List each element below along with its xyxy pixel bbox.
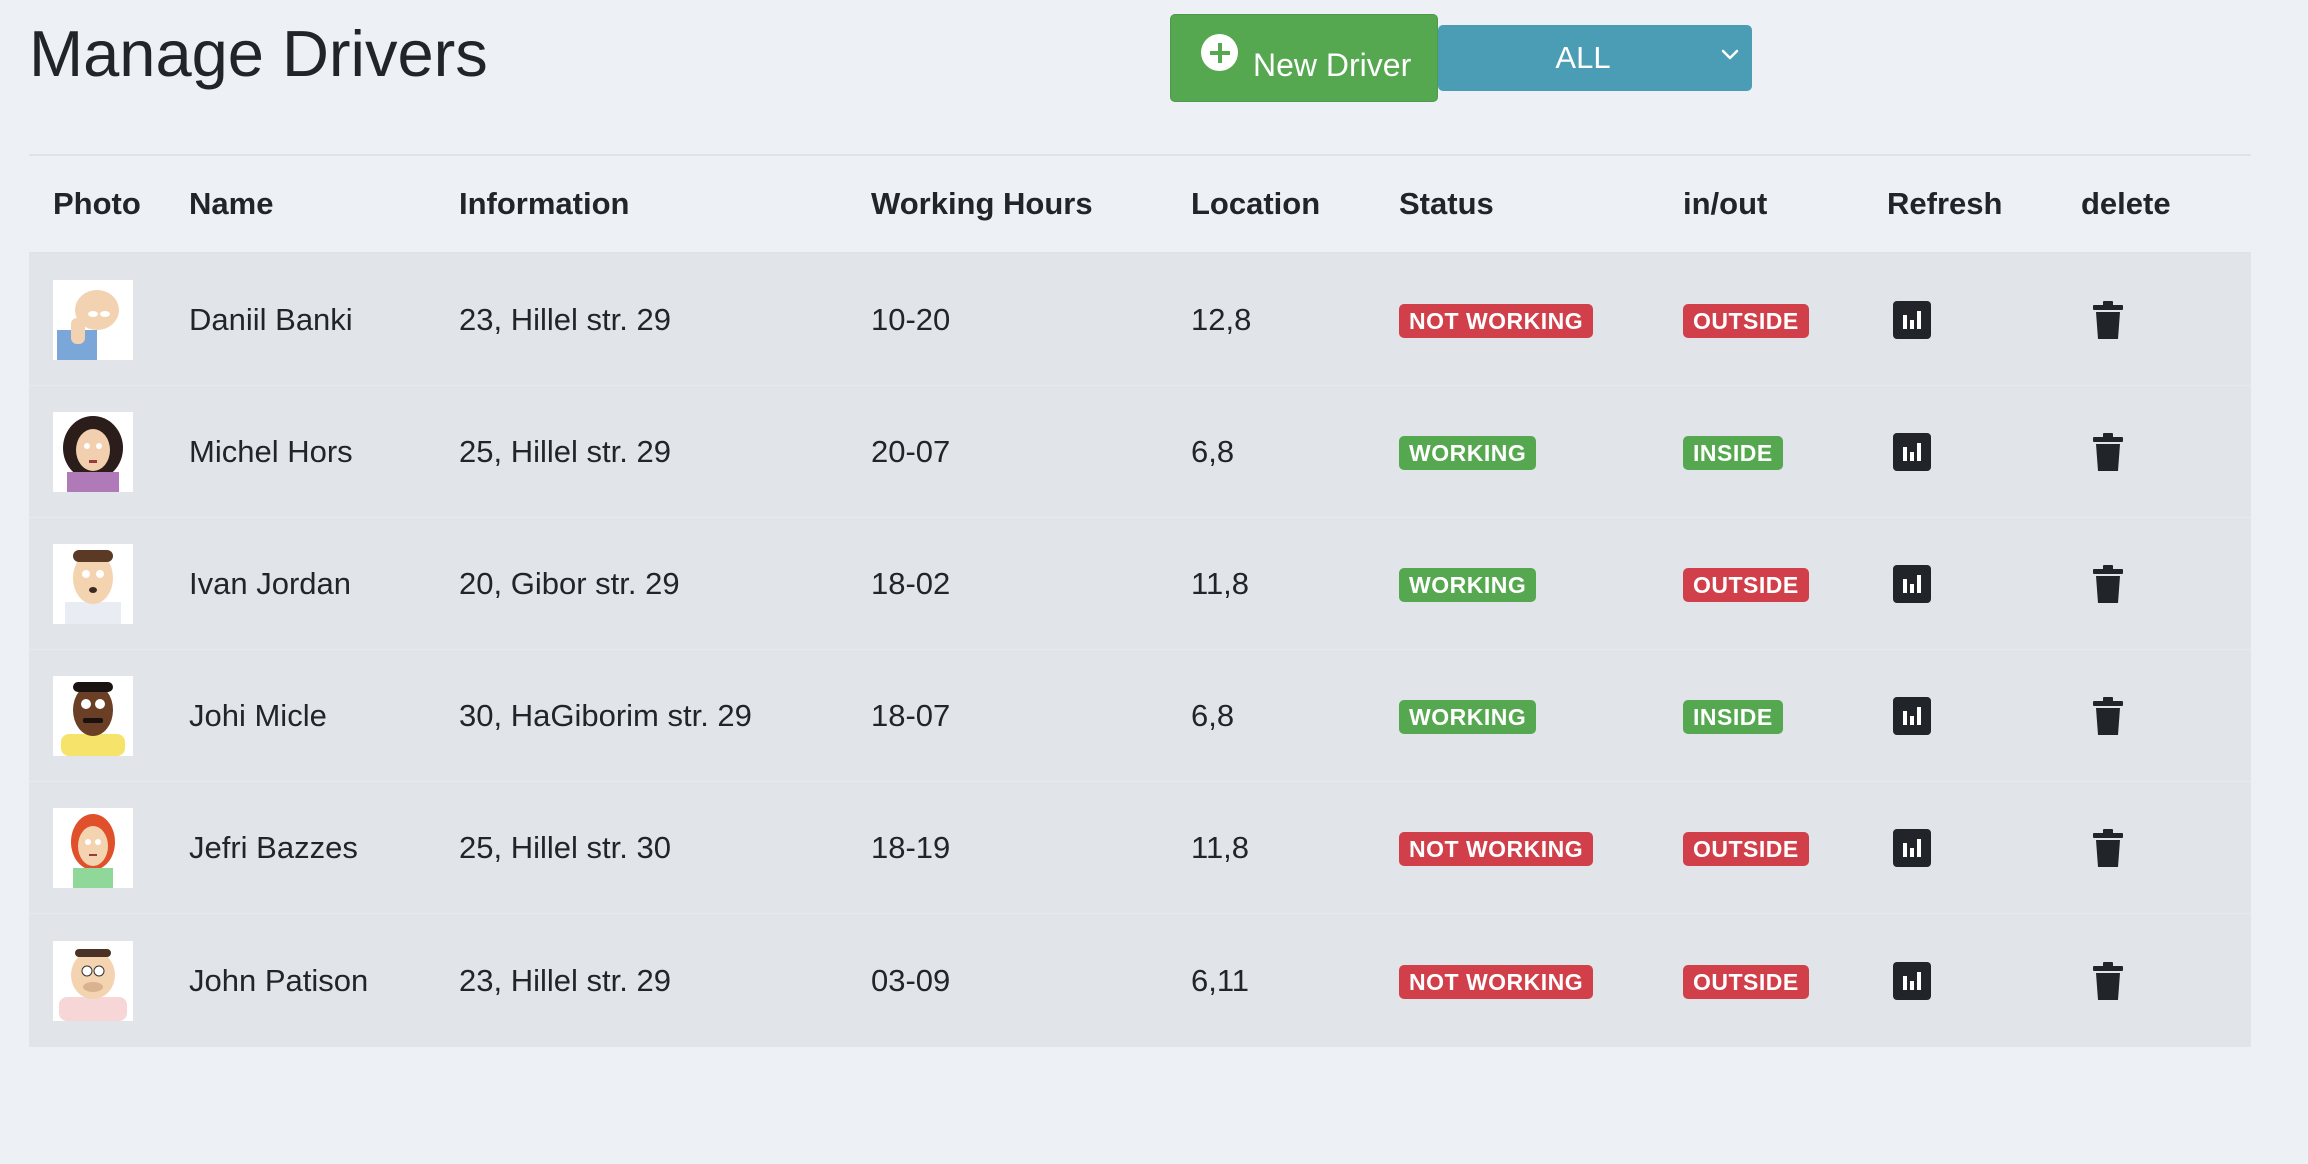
column-header-location: Location: [1191, 156, 1399, 254]
manage-drivers-page: Manage Drivers New Driver ALL Photo Name: [0, 0, 2308, 1164]
bar-chart-icon[interactable]: [1893, 696, 1931, 735]
table-row: Michel Hors 25, Hillel str. 29 20-07 6,8…: [29, 385, 2251, 518]
driver-name: Daniil Banki: [189, 252, 459, 386]
trash-icon[interactable]: [2093, 696, 2123, 735]
chevron-down-icon: [1721, 49, 1739, 60]
bar-chart-icon[interactable]: [1893, 300, 1931, 339]
status-badge: WORKING: [1399, 568, 1537, 602]
driver-location: 6,11: [1191, 913, 1399, 1047]
column-header-working-hours: Working Hours: [871, 156, 1191, 254]
trash-icon[interactable]: [2093, 828, 2123, 867]
avatar: [53, 807, 133, 888]
driver-working-hours: 10-20: [871, 252, 1191, 386]
table-row: Ivan Jordan 20, Gibor str. 29 18-02 11,8…: [29, 517, 2251, 650]
page-title: Manage Drivers: [29, 17, 488, 90]
bar-chart-icon[interactable]: [1893, 432, 1931, 471]
status-filter-select[interactable]: ALL: [1438, 25, 1752, 91]
driver-location: 11,8: [1191, 517, 1399, 650]
driver-information: 23, Hillel str. 29: [459, 252, 871, 386]
inout-badge: OUTSIDE: [1683, 304, 1809, 338]
bar-chart-icon[interactable]: [1893, 564, 1931, 603]
driver-location: 6,8: [1191, 385, 1399, 518]
column-header-information: Information: [459, 156, 871, 254]
driver-information: 25, Hillel str. 30: [459, 781, 871, 914]
table-header-row: Photo Name Information Working Hours Loc…: [29, 156, 2251, 254]
trash-icon[interactable]: [2093, 961, 2123, 1000]
driver-name: Johi Micle: [189, 649, 459, 782]
driver-working-hours: 18-07: [871, 649, 1191, 782]
table-row: Johi Micle 30, HaGiborim str. 29 18-07 6…: [29, 649, 2251, 782]
column-header-delete: delete: [2081, 156, 2251, 254]
status-badge: NOT WORKING: [1399, 965, 1594, 999]
avatar: [53, 940, 133, 1021]
driver-working-hours: 03-09: [871, 913, 1191, 1047]
plus-circle-icon: [1201, 34, 1238, 71]
column-header-refresh: Refresh: [1887, 156, 2081, 254]
driver-working-hours: 18-02: [871, 517, 1191, 650]
bar-chart-icon[interactable]: [1893, 828, 1931, 867]
driver-information: 20, Gibor str. 29: [459, 517, 871, 650]
avatar: [53, 543, 133, 624]
trash-icon[interactable]: [2093, 432, 2123, 471]
bar-chart-icon[interactable]: [1893, 961, 1931, 1000]
status-badge: NOT WORKING: [1399, 304, 1594, 338]
trash-icon[interactable]: [2093, 564, 2123, 603]
driver-location: 12,8: [1191, 252, 1399, 386]
driver-working-hours: 20-07: [871, 385, 1191, 518]
driver-information: 30, HaGiborim str. 29: [459, 649, 871, 782]
filter-selected-value: ALL: [1555, 40, 1611, 75]
driver-name: Ivan Jordan: [189, 517, 459, 650]
avatar: [53, 675, 133, 756]
status-badge: WORKING: [1399, 436, 1537, 470]
avatar: [53, 279, 133, 360]
table-row: John Patison 23, Hillel str. 29 03-09 6,…: [29, 913, 2251, 1047]
driver-name: Michel Hors: [189, 385, 459, 518]
status-badge: WORKING: [1399, 700, 1537, 734]
column-header-inout: in/out: [1683, 156, 1887, 254]
inout-badge: OUTSIDE: [1683, 832, 1809, 866]
driver-location: 11,8: [1191, 781, 1399, 914]
new-driver-label: New Driver: [1253, 47, 1412, 83]
new-driver-button[interactable]: New Driver: [1170, 14, 1438, 102]
driver-working-hours: 18-19: [871, 781, 1191, 914]
driver-name: John Patison: [189, 913, 459, 1047]
trash-icon[interactable]: [2093, 300, 2123, 339]
inout-badge: OUTSIDE: [1683, 965, 1809, 999]
column-header-photo: Photo: [29, 156, 189, 254]
inout-badge: OUTSIDE: [1683, 568, 1809, 602]
column-header-name: Name: [189, 156, 459, 254]
driver-name: Jefri Bazzes: [189, 781, 459, 914]
table-row: Jefri Bazzes 25, Hillel str. 30 18-19 11…: [29, 781, 2251, 914]
driver-information: 25, Hillel str. 29: [459, 385, 871, 518]
status-badge: NOT WORKING: [1399, 832, 1594, 866]
avatar: [53, 411, 133, 492]
table-row: Daniil Banki 23, Hillel str. 29 10-20 12…: [29, 252, 2251, 386]
column-header-status: Status: [1399, 156, 1683, 254]
driver-location: 6,8: [1191, 649, 1399, 782]
driver-information: 23, Hillel str. 29: [459, 913, 871, 1047]
drivers-table: Photo Name Information Working Hours Loc…: [29, 156, 2251, 1047]
inout-badge: INSIDE: [1683, 700, 1783, 734]
inout-badge: INSIDE: [1683, 436, 1783, 470]
